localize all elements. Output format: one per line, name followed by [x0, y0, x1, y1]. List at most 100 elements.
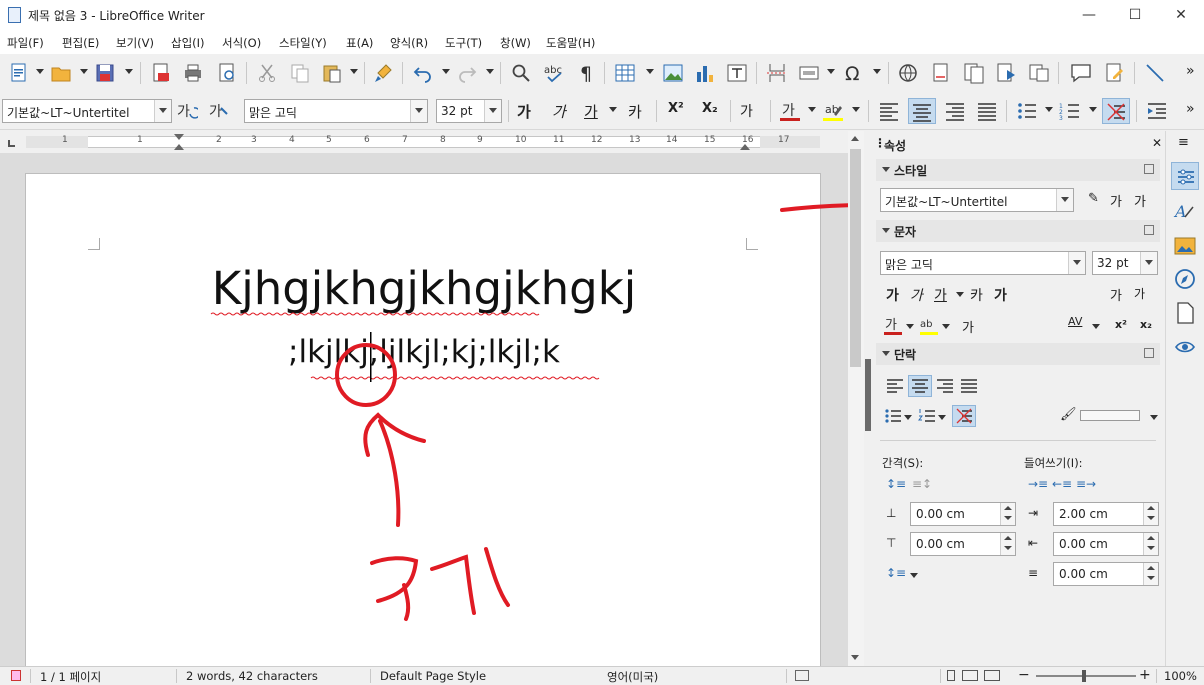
- tab-type-icon[interactable]: [8, 140, 15, 147]
- page-count[interactable]: 1 / 1 페이지: [40, 669, 101, 685]
- spin-buttons[interactable]: [1143, 563, 1158, 585]
- paste-dropdown-arrow[interactable]: [350, 69, 358, 74]
- sidebar-style-dropdown-arrow[interactable]: [1056, 189, 1073, 211]
- single-page-view-icon[interactable]: [947, 670, 955, 681]
- more-options-icon[interactable]: [1144, 225, 1154, 235]
- zoom-slider-handle[interactable]: [1082, 670, 1086, 682]
- unordered-list-icon[interactable]: [1016, 100, 1038, 122]
- word-count[interactable]: 2 words, 42 characters: [186, 669, 318, 683]
- document-area[interactable]: Kjhgjkhgjkhgjkhgkj ;lkjlkj;ljlkjl;kj;lkj…: [0, 153, 848, 666]
- new-document-icon[interactable]: [8, 62, 30, 84]
- sidebar-superscript-button[interactable]: x²: [1115, 318, 1127, 331]
- paragraph-section-header[interactable]: 단락: [876, 343, 1160, 365]
- underline-dropdown-arrow[interactable]: [609, 107, 617, 112]
- insert-line-icon[interactable]: [1144, 62, 1166, 84]
- sidebar-size-dropdown-arrow[interactable]: [1140, 252, 1157, 274]
- menu-help[interactable]: 도움말(H): [546, 35, 595, 51]
- new-style-icon[interactable]: 가: [1134, 191, 1146, 210]
- set-style-icon[interactable]: ✎: [1088, 191, 1099, 206]
- no-list-icon[interactable]: [1102, 98, 1130, 124]
- menu-table[interactable]: 표(A): [346, 35, 373, 51]
- insert-image-icon[interactable]: [662, 62, 684, 84]
- field-dropdown-arrow[interactable]: [827, 69, 835, 74]
- update-style-icon[interactable]: 가: [176, 100, 201, 122]
- after-text-indent-field[interactable]: 0.00 cm: [1053, 532, 1159, 556]
- decrease-spacing-icon[interactable]: ≡↕: [912, 477, 932, 491]
- sidebar-splitter[interactable]: [864, 131, 872, 666]
- close-button[interactable]: ✕: [1158, 0, 1204, 30]
- zoom-out-icon[interactable]: −: [1018, 667, 1030, 683]
- track-changes-icon[interactable]: [1104, 62, 1126, 84]
- sidebar-bold-button[interactable]: 가: [886, 285, 899, 305]
- character-spacing-dropdown-arrow[interactable]: [1092, 324, 1100, 329]
- sidebar-unordered-list-icon[interactable]: [884, 407, 902, 425]
- toolbar-overflow-icon[interactable]: »: [1186, 63, 1195, 79]
- first-line-indent-marker[interactable]: [174, 134, 184, 140]
- paragraph-background-icon[interactable]: 🖌: [1060, 407, 1077, 422]
- insert-cross-reference-icon[interactable]: [1028, 62, 1050, 84]
- font-size-box[interactable]: 32 pt: [436, 99, 502, 123]
- redo-dropdown-arrow[interactable]: [486, 69, 494, 74]
- clone-formatting-icon[interactable]: [372, 62, 394, 84]
- insert-comment-icon[interactable]: [1070, 62, 1092, 84]
- insert-page-break-icon[interactable]: [766, 62, 788, 84]
- spin-buttons[interactable]: [1143, 533, 1158, 555]
- sidebar-font-color-dropdown-arrow[interactable]: [906, 324, 914, 329]
- increase-indent-icon[interactable]: →≡: [1028, 477, 1048, 491]
- paragraph-style-box[interactable]: 기본값~LT~Untertitel: [2, 99, 172, 123]
- above-spacing-field[interactable]: 0.00 cm: [910, 502, 1016, 526]
- font-color-dropdown-arrow[interactable]: [808, 107, 816, 112]
- formatting-marks-icon[interactable]: ¶: [576, 62, 598, 85]
- spin-buttons[interactable]: [1000, 533, 1015, 555]
- italic-button[interactable]: 가: [552, 101, 566, 122]
- export-pdf-icon[interactable]: [150, 62, 172, 84]
- spin-buttons[interactable]: [1000, 503, 1015, 525]
- insert-endnote-icon[interactable]: [963, 62, 985, 84]
- new-dropdown-arrow[interactable]: [36, 69, 44, 74]
- left-indent-marker[interactable]: [174, 144, 184, 150]
- clear-formatting-button[interactable]: 가: [740, 101, 753, 121]
- increase-spacing-icon[interactable]: ↕≡: [886, 477, 906, 491]
- vertical-scrollbar[interactable]: [848, 131, 864, 666]
- font-name-box[interactable]: 맑은 고딕: [244, 99, 428, 123]
- zoom-level[interactable]: 100%: [1164, 669, 1197, 683]
- menu-file[interactable]: 파일(F): [7, 35, 44, 51]
- insert-mode-icon[interactable]: [795, 670, 809, 681]
- font-size-dropdown-arrow[interactable]: [484, 100, 501, 122]
- insert-table-icon[interactable]: [614, 62, 636, 84]
- sidebar-close-button[interactable]: ✕: [1152, 136, 1162, 150]
- paragraph-style-dropdown-arrow[interactable]: [154, 100, 171, 122]
- print-icon[interactable]: [182, 62, 204, 84]
- save-dropdown-arrow[interactable]: [125, 69, 133, 74]
- maximize-button[interactable]: ☐: [1112, 0, 1158, 30]
- deck-menu-icon[interactable]: ≡: [1178, 135, 1189, 150]
- sidebar-font-name-box[interactable]: 맑은 고딕: [880, 251, 1086, 275]
- navigator-deck-icon[interactable]: [1171, 265, 1199, 293]
- scroll-down-arrow[interactable]: [851, 655, 859, 660]
- unordered-list-dropdown-arrow[interactable]: [1045, 107, 1053, 112]
- print-preview-icon[interactable]: [216, 62, 238, 84]
- menu-insert[interactable]: 삽입(I): [171, 35, 205, 51]
- special-character-dropdown-arrow[interactable]: [873, 69, 881, 74]
- insert-textbox-icon[interactable]: [726, 62, 748, 84]
- open-folder-icon[interactable]: [50, 62, 72, 84]
- align-right-icon[interactable]: [944, 100, 966, 122]
- character-spacing-icon[interactable]: AV: [1068, 315, 1082, 328]
- font-name-dropdown-arrow[interactable]: [410, 100, 427, 122]
- sidebar-font-color-icon[interactable]: 가: [882, 315, 904, 337]
- sidebar-decrease-font-button[interactable]: 가: [1134, 285, 1145, 302]
- ordered-list-dropdown-arrow[interactable]: [1089, 107, 1097, 112]
- more-options-icon[interactable]: [1144, 164, 1154, 174]
- sidebar-unordered-list-dropdown-arrow[interactable]: [904, 415, 912, 420]
- multi-page-view-icon[interactable]: [962, 670, 978, 681]
- sidebar-align-center-icon[interactable]: [908, 375, 932, 397]
- justify-icon[interactable]: [976, 100, 998, 122]
- underline-button[interactable]: 가: [584, 101, 598, 122]
- copy-icon[interactable]: [289, 62, 311, 84]
- open-dropdown-arrow[interactable]: [80, 69, 88, 74]
- sidebar-underline-button[interactable]: 가: [934, 285, 947, 305]
- sidebar-align-left-icon[interactable]: [886, 377, 904, 395]
- menu-tools[interactable]: 도구(T): [445, 35, 482, 51]
- table-dropdown-arrow[interactable]: [646, 69, 654, 74]
- right-indent-marker[interactable]: [740, 144, 750, 150]
